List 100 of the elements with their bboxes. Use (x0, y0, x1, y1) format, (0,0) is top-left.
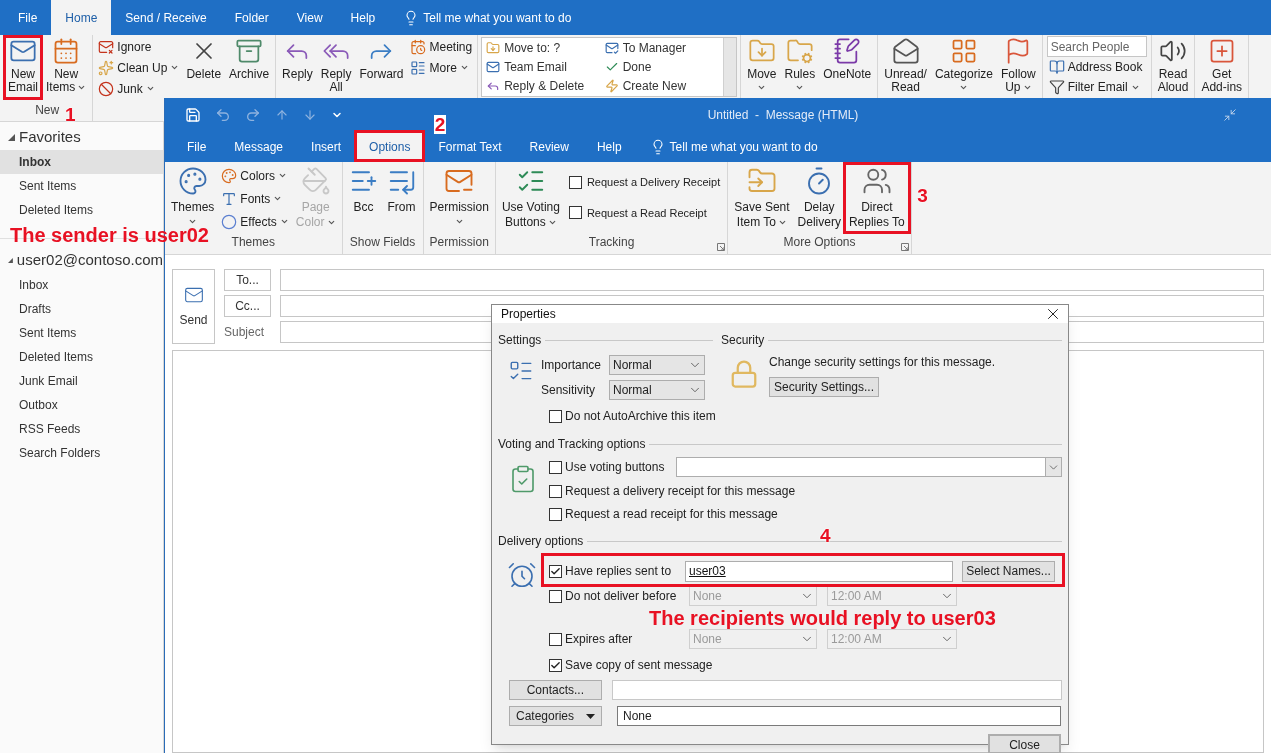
ribbon-tab[interactable]: File (173, 132, 221, 162)
folder-group-header[interactable]: Favorites (19, 125, 81, 149)
sensitivity-select[interactable]: Normal (609, 380, 705, 400)
contacts-button[interactable]: Contacts... (509, 680, 602, 700)
quick-step-item[interactable]: Move to: ? (486, 38, 605, 57)
ribbon-button[interactable]: Colors (219, 164, 291, 187)
ribbon-button[interactable]: Use Voting Buttons (498, 162, 563, 230)
ribbon-tab[interactable]: View (282, 0, 337, 35)
restore-icon[interactable] (1223, 108, 1237, 122)
folder-group-header[interactable]: user02@contoso.com (16, 248, 163, 272)
checkbox[interactable] (549, 658, 562, 672)
security-settings-button[interactable]: Security Settings... (769, 377, 879, 397)
quick-step-item[interactable]: To Manager (604, 38, 724, 57)
ribbon-button[interactable]: Archive (226, 35, 273, 81)
expand-arrow-icon[interactable] (8, 256, 13, 264)
ribbon-button[interactable]: OneNote (820, 35, 875, 81)
ribbon-tab[interactable]: File (4, 0, 52, 35)
ribbon-button[interactable]: New Items (43, 35, 90, 94)
tell-me-field[interactable]: Tell me what you want to do (635, 132, 832, 162)
checkbox-label: Expires after (565, 631, 633, 648)
ribbon-button[interactable]: Read Aloud (1154, 35, 1192, 94)
gallery-scrollbar[interactable] (723, 38, 737, 96)
ribbon-button[interactable]: Themes (168, 162, 218, 226)
ribbon-tab[interactable]: Review (515, 132, 583, 162)
ribbon-button[interactable]: Categorize (931, 35, 996, 92)
ribbon-button[interactable]: Delay Delivery (794, 162, 844, 230)
dialog-launcher-icon[interactable] (717, 243, 726, 251)
quick-step-item[interactable]: Done (604, 57, 724, 77)
ribbon-button[interactable]: Move (744, 35, 780, 92)
close-button[interactable]: Close (988, 734, 1061, 753)
ribbon-button[interactable]: Reply All (317, 35, 355, 94)
expand-arrow-icon[interactable] (8, 133, 15, 141)
save-icon[interactable] (185, 107, 201, 123)
to-field[interactable] (280, 269, 1264, 291)
ribbon-button[interactable]: Meeting (408, 36, 475, 57)
contacts-field[interactable] (611, 680, 1062, 700)
categories-field[interactable]: None (617, 706, 1061, 726)
quick-step-item[interactable]: Reply & Delete (486, 76, 605, 96)
ribbon-tab[interactable]: Message (220, 132, 298, 162)
checkbox[interactable] (549, 507, 562, 521)
checkbox[interactable] (549, 564, 562, 578)
ribbon-button[interactable]: Address Book (1046, 57, 1147, 77)
folder-item[interactable]: RSS Feeds (0, 417, 163, 441)
checkbox[interactable] (549, 409, 562, 423)
ribbon-button[interactable]: Clean Up (96, 57, 182, 78)
section-heading: Voting and Tracking options (498, 436, 646, 453)
dialog-launcher-icon[interactable] (900, 243, 909, 251)
folder-item[interactable]: Deleted Items (0, 198, 163, 222)
checkbox[interactable] (568, 175, 582, 189)
ribbon-button[interactable]: Bcc (345, 162, 382, 215)
cc-button[interactable]: Cc... (224, 295, 271, 317)
checkbox[interactable] (549, 460, 562, 474)
ribbon-button[interactable]: Filter Email (1046, 77, 1147, 97)
reply-address-field[interactable]: user03 (685, 560, 953, 582)
categories-button[interactable]: Categories (509, 706, 602, 726)
select-names-button[interactable]: Select Names... (962, 560, 1055, 582)
folder-item[interactable]: Sent Items (0, 174, 163, 198)
ribbon-button[interactable]: Unread/ Read (881, 35, 930, 94)
ribbon-button[interactable]: Reply (279, 35, 316, 81)
ribbon-button[interactable]: Follow Up (998, 35, 1039, 94)
folder-item[interactable]: Search Folders (0, 441, 163, 465)
folder-item[interactable]: Deleted Items (0, 345, 163, 369)
checkbox[interactable] (549, 589, 562, 603)
ribbon-tab[interactable]: Help (336, 0, 390, 35)
ribbon-button[interactable]: Forward (356, 35, 407, 81)
ribbon-button[interactable]: From (383, 162, 420, 215)
ribbon-button[interactable]: Get Add-ins (1198, 35, 1246, 94)
ribbon-tab[interactable]: Send / Receive (111, 0, 221, 35)
importance-select[interactable]: Normal (609, 355, 705, 375)
ribbon-button[interactable]: Ignore (96, 36, 182, 57)
folder-item[interactable]: Inbox (0, 273, 163, 297)
ribbon-button[interactable]: Junk (96, 78, 182, 99)
ribbon-tab[interactable]: Folder (220, 0, 283, 35)
quick-step-item[interactable]: Team Email (486, 57, 605, 77)
ribbon-button[interactable]: Delete (183, 35, 225, 81)
folder-item[interactable]: Junk Email (0, 369, 163, 393)
search-field[interactable]: Search People (1046, 36, 1147, 57)
ribbon-button[interactable]: Fonts (219, 187, 291, 210)
checkbox[interactable] (568, 206, 582, 220)
folder-item[interactable]: Inbox (0, 150, 163, 174)
checkbox[interactable] (549, 484, 562, 498)
checkbox[interactable] (549, 632, 562, 646)
quick-step-item[interactable]: Create New (604, 76, 724, 96)
ribbon-tab[interactable]: Format Text (424, 132, 516, 162)
ribbon-button[interactable]: Save Sent Item To (731, 162, 793, 230)
ribbon-button[interactable]: Permission (426, 162, 492, 226)
ribbon-button[interactable]: Direct Replies To (845, 162, 908, 230)
ribbon-button[interactable]: Rules (781, 35, 819, 92)
ribbon-tab[interactable]: Insert (297, 132, 356, 162)
tell-me-field[interactable]: Tell me what you want to do (389, 0, 586, 35)
ribbon-button[interactable]: More (408, 57, 475, 78)
ribbon-button[interactable]: Effects (219, 210, 291, 233)
ribbon-tab[interactable]: Help (582, 132, 636, 162)
folder-item[interactable]: Sent Items (0, 321, 163, 345)
to-button[interactable]: To... (224, 269, 271, 291)
ribbon-tab[interactable]: Home (51, 0, 112, 35)
send-button[interactable]: Send (172, 269, 215, 344)
ribbon-button[interactable]: New Email (5, 35, 41, 94)
folder-item[interactable]: Outbox (0, 393, 163, 417)
folder-item[interactable]: Drafts (0, 297, 163, 321)
